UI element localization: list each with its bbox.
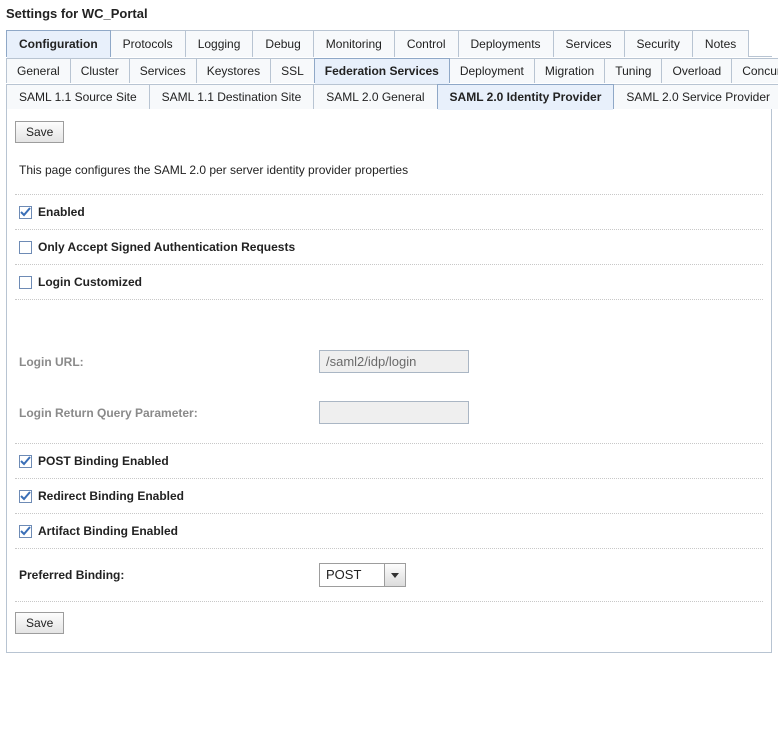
page-description: This page configures the SAML 2.0 per se…: [15, 149, 763, 195]
tab-general[interactable]: General: [6, 58, 71, 83]
tab-notes[interactable]: Notes: [692, 30, 749, 57]
login-return-qp-input[interactable]: [319, 401, 469, 424]
tab-concurrency[interactable]: Concurre: [731, 58, 778, 83]
tab-deployment[interactable]: Deployment: [449, 58, 535, 83]
tab-debug[interactable]: Debug: [252, 30, 313, 57]
tab-deployments[interactable]: Deployments: [458, 30, 554, 57]
tab-saml11-source[interactable]: SAML 1.1 Source Site: [6, 84, 150, 109]
tabs-level3: SAML 1.1 Source Site SAML 1.1 Destinatio…: [6, 83, 772, 109]
tab-cluster[interactable]: Cluster: [70, 58, 130, 83]
login-customized-checkbox[interactable]: [19, 276, 32, 289]
post-binding-checkbox[interactable]: [19, 455, 32, 468]
tab-security[interactable]: Security: [624, 30, 693, 57]
save-button[interactable]: Save: [15, 121, 64, 143]
tab-content: Save This page configures the SAML 2.0 p…: [6, 109, 772, 653]
checkmark-icon: [20, 526, 31, 537]
chevron-down-icon[interactable]: [384, 564, 405, 586]
tabs-level1: Configuration Protocols Logging Debug Mo…: [6, 29, 772, 57]
tab-control[interactable]: Control: [394, 30, 459, 57]
tab-ssl[interactable]: SSL: [270, 58, 315, 83]
login-customized-label: Login Customized: [38, 275, 142, 289]
only-signed-checkbox[interactable]: [19, 241, 32, 254]
redirect-binding-checkbox[interactable]: [19, 490, 32, 503]
tab-configuration[interactable]: Configuration: [6, 30, 111, 57]
tab-logging[interactable]: Logging: [185, 30, 254, 57]
page-title: Settings for WC_Portal: [6, 4, 772, 27]
tab-services[interactable]: Services: [553, 30, 625, 57]
tab-saml20-sp[interactable]: SAML 2.0 Service Provider: [613, 84, 778, 109]
login-url-label: Login URL:: [19, 355, 319, 369]
tab-monitoring[interactable]: Monitoring: [313, 30, 395, 57]
tab-federation-services[interactable]: Federation Services: [314, 58, 450, 83]
login-return-qp-label: Login Return Query Parameter:: [19, 406, 319, 420]
tab-migration[interactable]: Migration: [534, 58, 605, 83]
preferred-binding-select[interactable]: POST: [319, 563, 406, 587]
login-url-input[interactable]: [319, 350, 469, 373]
tab-keystores[interactable]: Keystores: [196, 58, 271, 83]
post-binding-label: POST Binding Enabled: [38, 454, 169, 468]
tab-saml20-general[interactable]: SAML 2.0 General: [313, 84, 437, 109]
tab-saml20-idp[interactable]: SAML 2.0 Identity Provider: [437, 84, 615, 109]
checkmark-icon: [20, 491, 31, 502]
tab-services-sub[interactable]: Services: [129, 58, 197, 83]
only-signed-label: Only Accept Signed Authentication Reques…: [38, 240, 295, 254]
enabled-checkbox[interactable]: [19, 206, 32, 219]
tab-saml11-destination[interactable]: SAML 1.1 Destination Site: [149, 84, 315, 109]
artifact-binding-label: Artifact Binding Enabled: [38, 524, 178, 538]
save-button-bottom[interactable]: Save: [15, 612, 64, 634]
tab-protocols[interactable]: Protocols: [110, 30, 186, 57]
tabs-level2: General Cluster Services Keystores SSL F…: [6, 57, 772, 83]
enabled-label: Enabled: [38, 205, 85, 219]
tab-tuning[interactable]: Tuning: [604, 58, 662, 83]
checkmark-icon: [20, 456, 31, 467]
artifact-binding-checkbox[interactable]: [19, 525, 32, 538]
preferred-binding-value: POST: [320, 564, 384, 586]
checkmark-icon: [20, 207, 31, 218]
tab-overload[interactable]: Overload: [661, 58, 732, 83]
redirect-binding-label: Redirect Binding Enabled: [38, 489, 184, 503]
preferred-binding-label: Preferred Binding:: [19, 568, 319, 582]
